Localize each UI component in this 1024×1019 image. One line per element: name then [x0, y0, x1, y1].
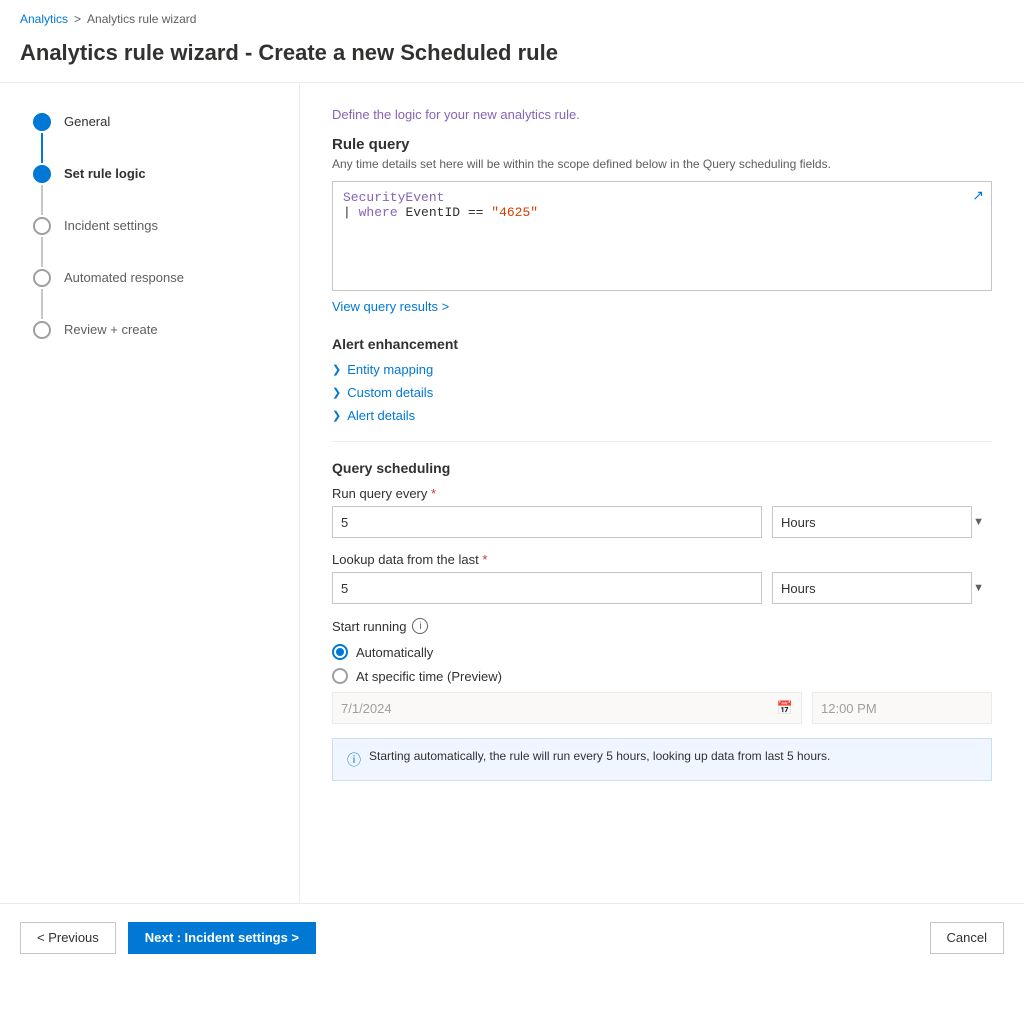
date-value: 7/1/2024	[341, 701, 392, 716]
section-description: Define the logic for your new analytics …	[332, 107, 992, 122]
rule-query-title: Rule query	[332, 136, 992, 153]
accordion-entity-mapping[interactable]: ❯ Entity mapping	[332, 362, 992, 377]
wizard-step-review-create: Review + create	[30, 321, 279, 339]
info-icon: i	[412, 618, 428, 634]
breadcrumb-analytics[interactable]: Analytics	[20, 12, 68, 26]
query-where: where	[359, 205, 398, 220]
query-editor[interactable]: SecurityEvent | where EventID == "4625"	[332, 181, 992, 291]
lookup-input[interactable]	[332, 572, 762, 604]
accordion-alert-details[interactable]: ❯ Alert details	[332, 408, 992, 423]
step-label-set-rule-logic[interactable]: Set rule logic	[54, 165, 146, 181]
radio-btn-automatically[interactable]	[332, 644, 348, 660]
wizard-step-set-rule-logic: Set rule logic	[30, 165, 279, 217]
time-input: 12:00 PM	[812, 692, 992, 724]
expand-icon[interactable]: ↗	[972, 187, 984, 204]
start-running-label: Start running i	[332, 618, 992, 634]
lookup-required-star: *	[482, 552, 487, 567]
query-value: "4625"	[491, 205, 538, 220]
accordion-alert-details-label: Alert details	[347, 408, 415, 423]
cancel-button[interactable]: Cancel	[930, 922, 1004, 954]
step-label-automated-response[interactable]: Automated response	[54, 269, 184, 285]
query-field: EventID	[405, 205, 460, 220]
accordion-custom-details[interactable]: ❯ Custom details	[332, 385, 992, 400]
step-circle-set-rule-logic	[33, 165, 51, 183]
next-button[interactable]: Next : Incident settings >	[128, 922, 316, 954]
query-eq: ==	[468, 205, 484, 220]
run-query-label: Run query every *	[332, 486, 992, 501]
info-banner: ⓘ Starting automatically, the rule will …	[332, 738, 992, 781]
accordion-custom-details-label: Custom details	[347, 385, 433, 400]
previous-button[interactable]: < Previous	[20, 922, 116, 954]
chevron-right-icon-3: ❯	[332, 409, 341, 422]
breadcrumb: Analytics > Analytics rule wizard	[0, 0, 1024, 32]
chevron-down-icon-1: ▼	[973, 516, 984, 528]
info-banner-icon: ⓘ	[347, 750, 361, 770]
query-scheduling-title: Query scheduling	[332, 460, 992, 476]
step-circle-general	[33, 113, 51, 131]
accordion-entity-mapping-label: Entity mapping	[347, 362, 433, 377]
alert-enhancement-title: Alert enhancement	[332, 336, 992, 352]
main-layout: General Set rule logic Incident settings	[0, 82, 1024, 903]
step-circle-review-create	[33, 321, 51, 339]
run-query-unit-select[interactable]: Hours Minutes Days	[772, 506, 972, 538]
wizard-step-general: General	[30, 113, 279, 165]
date-input: 7/1/2024 📅	[332, 692, 802, 724]
step-label-incident-settings[interactable]: Incident settings	[54, 217, 158, 233]
step-label-general[interactable]: General	[54, 113, 110, 129]
run-query-input[interactable]	[332, 506, 762, 538]
radio-btn-specific-time[interactable]	[332, 668, 348, 684]
lookup-unit-wrapper: Hours Minutes Days ▼	[772, 572, 992, 604]
lookup-row: Hours Minutes Days ▼	[332, 572, 992, 604]
content-area: Define the logic for your new analytics …	[300, 83, 1024, 903]
run-query-required-star: *	[431, 486, 436, 501]
sidebar: General Set rule logic Incident settings	[0, 83, 300, 903]
time-value: 12:00 PM	[821, 701, 877, 716]
datetime-row: 7/1/2024 📅 12:00 PM	[332, 692, 992, 724]
breadcrumb-wizard: Analytics rule wizard	[87, 12, 196, 26]
step-label-review-create[interactable]: Review + create	[54, 321, 158, 337]
radio-specific-time-label: At specific time (Preview)	[356, 669, 502, 684]
chevron-right-icon-1: ❯	[332, 363, 341, 376]
chevron-down-icon-2: ▼	[973, 582, 984, 594]
page-title: Analytics rule wizard - Create a new Sch…	[0, 32, 1024, 82]
lookup-unit-select[interactable]: Hours Minutes Days	[772, 572, 972, 604]
wizard-step-incident-settings: Incident settings	[30, 217, 279, 269]
wizard-step-automated-response: Automated response	[30, 269, 279, 321]
footer: < Previous Next : Incident settings > Ca…	[0, 903, 1024, 971]
step-circle-incident-settings	[33, 217, 51, 235]
breadcrumb-sep: >	[74, 12, 81, 26]
step-line-2	[41, 185, 43, 215]
chevron-right-icon-2: ❯	[332, 386, 341, 399]
radio-automatically-label: Automatically	[356, 645, 433, 660]
calendar-icon: 📅	[777, 700, 793, 716]
lookup-label: Lookup data from the last *	[332, 552, 992, 567]
radio-automatically[interactable]: Automatically	[332, 644, 992, 660]
view-query-link[interactable]: View query results >	[332, 299, 449, 314]
radio-specific-time[interactable]: At specific time (Preview)	[332, 668, 992, 684]
step-line-4	[41, 289, 43, 319]
rule-query-subtitle: Any time details set here will be within…	[332, 157, 992, 171]
step-line-1	[41, 133, 43, 163]
step-circle-automated-response	[33, 269, 51, 287]
query-pipe: |	[343, 205, 359, 220]
divider-1	[332, 441, 992, 442]
run-query-row: Hours Minutes Days ▼	[332, 506, 992, 538]
info-banner-text: Starting automatically, the rule will ru…	[369, 749, 830, 763]
step-line-3	[41, 237, 43, 267]
run-query-unit-wrapper: Hours Minutes Days ▼	[772, 506, 992, 538]
query-keyword: SecurityEvent	[343, 190, 444, 205]
query-box-wrapper: SecurityEvent | where EventID == "4625" …	[332, 181, 992, 291]
